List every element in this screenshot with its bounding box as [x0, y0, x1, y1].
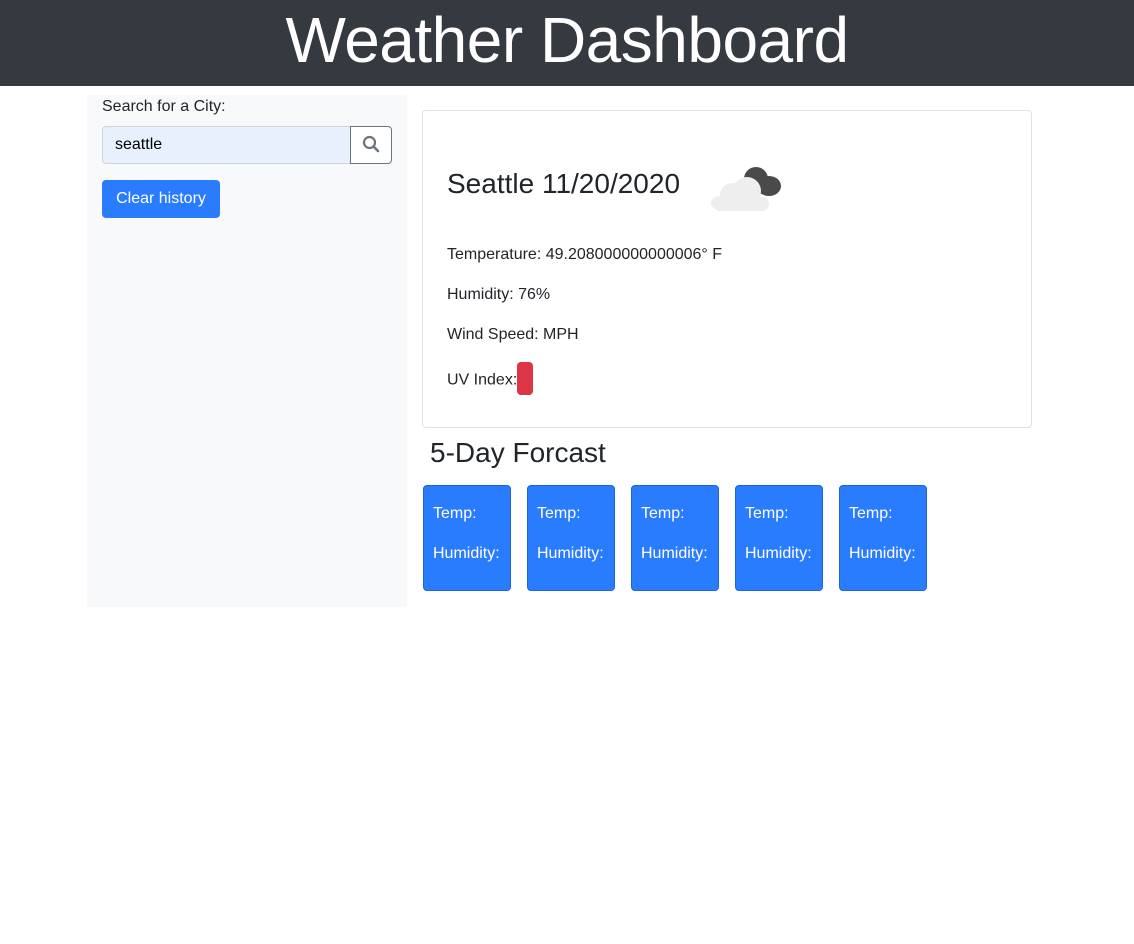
search-button[interactable] [350, 126, 392, 164]
cloud-icon [709, 159, 785, 216]
forecast-card: Temp: Humidity: [527, 485, 615, 591]
forecast-humidity: Humidity: [745, 545, 812, 562]
uv-index-label: UV Index: [447, 371, 518, 389]
search-label: Search for a City: [102, 98, 226, 115]
search-icon [362, 135, 380, 156]
uv-index-row: UV Index: [447, 362, 534, 395]
current-city-date: Seattle 11/20/2020 [447, 168, 681, 199]
forecast-humidity: Humidity: [849, 545, 916, 562]
forecast-humidity: Humidity: [433, 545, 500, 562]
temperature-text: Temperature: 49.208000000000006° F [447, 246, 723, 263]
forecast-temp: Temp: [849, 505, 893, 522]
current-weather-card: Seattle 11/20/2020 Temperature: 49.20800… [422, 110, 1032, 428]
forecast-temp: Temp: [745, 505, 789, 522]
forecast-card: Temp: Humidity: [839, 485, 927, 591]
humidity-text: Humidity: 76% [447, 286, 551, 303]
sidebar: Search for a City: Clear history [87, 95, 407, 607]
wind-speed-text: Wind Speed: MPH [447, 326, 579, 343]
forecast-heading: 5-Day Forcast [430, 437, 606, 468]
forecast-temp: Temp: [641, 505, 685, 522]
forecast-card: Temp: Humidity: [631, 485, 719, 591]
search-input[interactable] [102, 126, 351, 164]
header-bar: Weather Dashboard [0, 0, 1134, 86]
forecast-temp: Temp: [433, 505, 477, 522]
uv-index-badge [517, 362, 534, 395]
forecast-humidity: Humidity: [537, 545, 604, 562]
forecast-card: Temp: Humidity: [735, 485, 823, 591]
forecast-humidity: Humidity: [641, 545, 708, 562]
clear-history-button[interactable]: Clear history [102, 180, 220, 218]
forecast-temp: Temp: [537, 505, 581, 522]
page-title: Weather Dashboard [285, 4, 849, 76]
forecast-card: Temp: Humidity: [423, 485, 511, 591]
